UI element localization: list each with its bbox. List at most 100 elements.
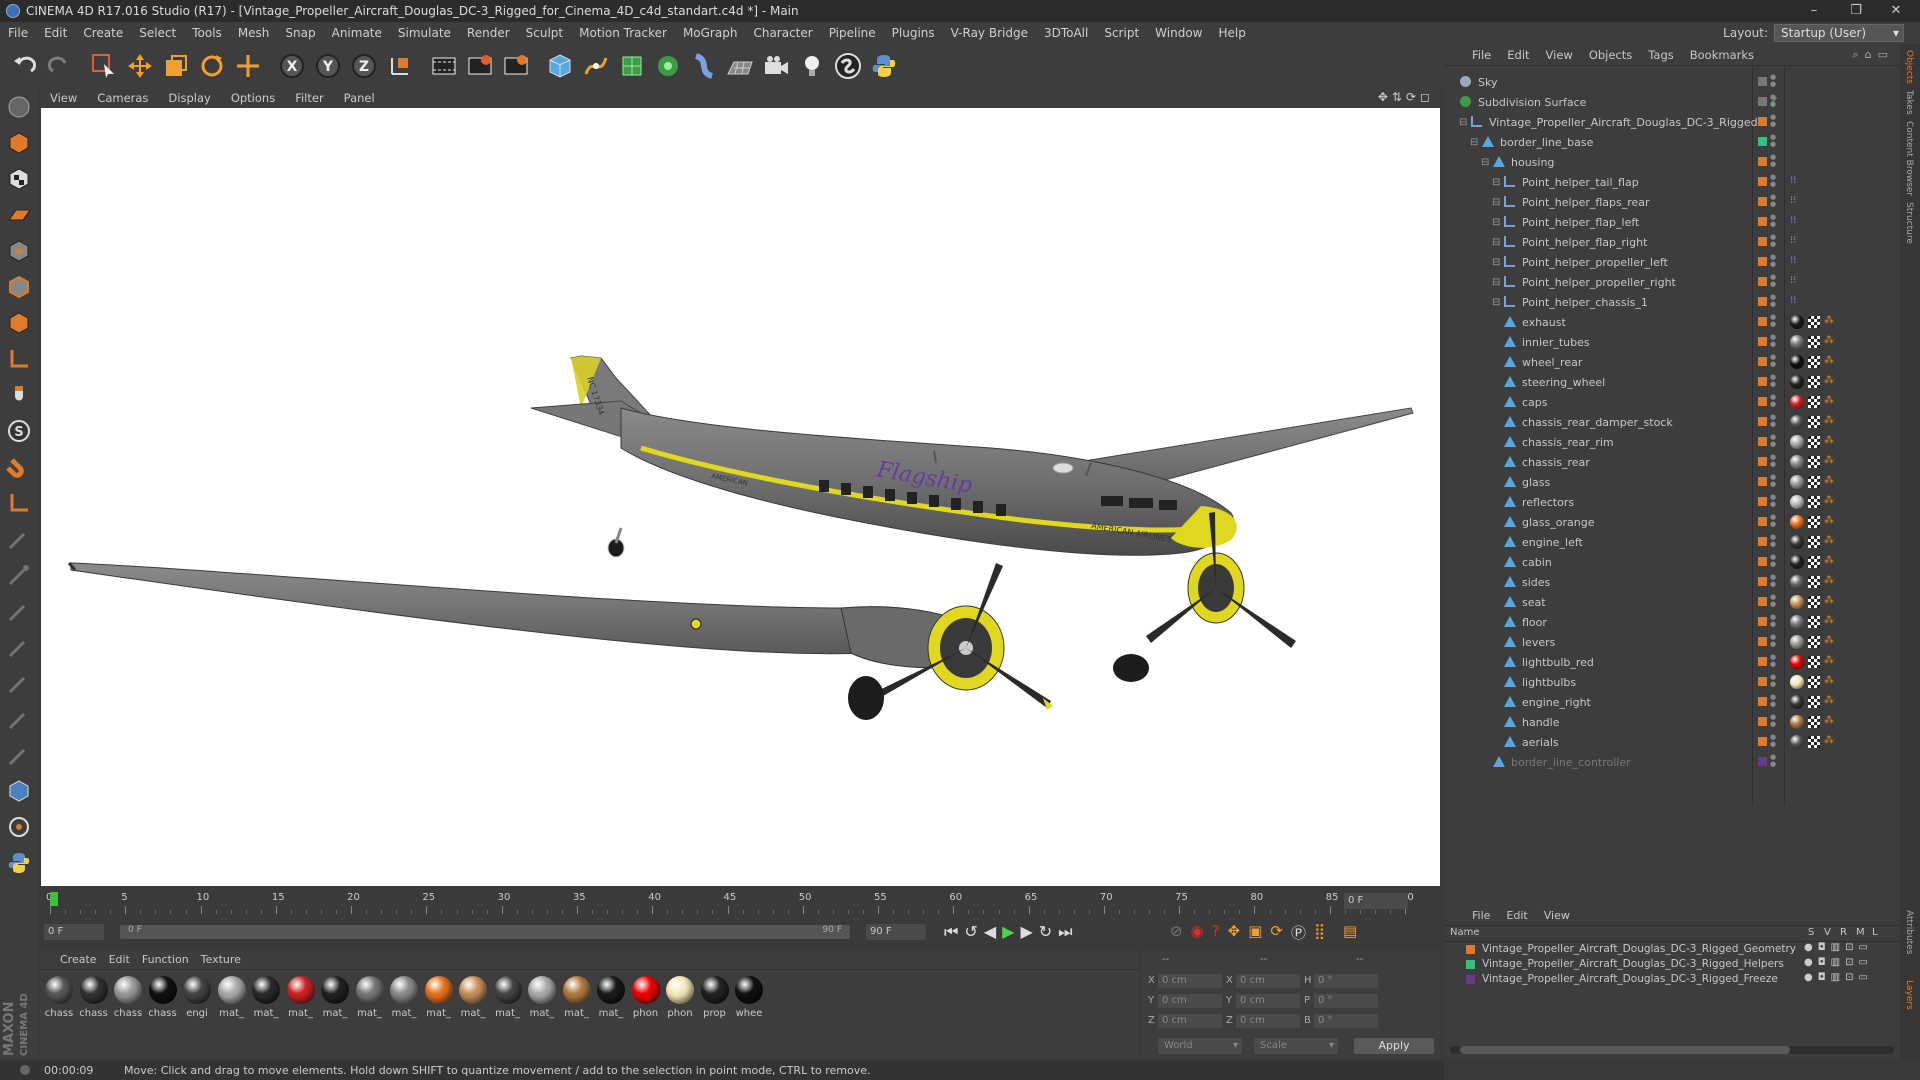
sculpt-smooth-icon[interactable] [2,594,36,628]
material-swatch[interactable]: phon [631,976,661,1019]
menu-motion-tracker[interactable]: Motion Tracker [571,26,675,40]
visibility-toggle-icon[interactable]: ● ● [1770,534,1776,548]
object-row[interactable]: sides ● ● ⁂ [1444,572,1900,592]
coord-pos-axis-field[interactable]: 0 cm [1158,1014,1222,1028]
material-tag-icon[interactable] [1790,315,1804,329]
snap-icon[interactable]: S [2,414,36,448]
make-editable-icon[interactable] [2,90,36,124]
uvw-tag-icon[interactable] [1808,416,1820,428]
menu-edit[interactable]: Edit [36,26,75,40]
coord-rot-axis-field[interactable]: 0 ° [1314,974,1378,988]
menu-3dtoall[interactable]: 3DToAll [1036,26,1096,40]
material-swatch[interactable]: chass [148,976,178,1019]
material-swatch[interactable]: mat_ [320,976,350,1019]
next-key-icon[interactable]: ↻ [1039,922,1052,942]
axis-mode-icon[interactable] [2,342,36,376]
visibility-toggle-icon[interactable]: ● ● [1770,554,1776,568]
visibility-toggle-icon[interactable]: ● ● [1770,714,1776,728]
mat-create-menu[interactable]: Create [54,953,103,966]
visibility-toggle-icon[interactable]: ● ● [1770,674,1776,688]
object-row[interactable]: innier_tubes ● ● ⁂ [1444,332,1900,352]
minimize-button[interactable]: – [1794,0,1834,22]
layer-color-dot[interactable] [1758,637,1767,646]
material-tag-icon[interactable] [1790,355,1804,369]
material-tag-icon[interactable] [1790,455,1804,469]
visibility-toggle-icon[interactable]: ● ● [1770,394,1776,408]
material-tag-icon[interactable] [1790,375,1804,389]
selection-tag-icon[interactable]: ⁂ [1824,575,1834,586]
tab-takes[interactable]: Takes [1904,90,1914,115]
helper-tag-icon[interactable]: ⁝⁝ [1790,255,1796,266]
object-row[interactable]: steering_wheel ● ● ⁂ [1444,372,1900,392]
material-tag-icon[interactable] [1790,695,1804,709]
material-tag-icon[interactable] [1790,635,1804,649]
camera-icon[interactable] [758,48,794,84]
tree-expander-icon[interactable]: ⊟ [1492,257,1500,268]
material-swatch[interactable]: mat_ [527,976,557,1019]
selection-tag-icon[interactable]: ⁂ [1824,335,1834,346]
uvw-tag-icon[interactable] [1808,456,1820,468]
pen-spline-icon[interactable] [578,48,614,84]
layer-color-swatch[interactable] [1466,945,1475,954]
obj-bookmarks-menu[interactable]: Bookmarks [1682,48,1762,62]
texture-mode-icon[interactable] [2,162,36,196]
layer-color-dot[interactable] [1758,597,1767,606]
menu-snap[interactable]: Snap [277,26,323,40]
tweak-mode-icon[interactable] [2,378,36,412]
tree-expander-icon[interactable]: ⊟ [1470,137,1478,148]
object-row[interactable]: reflectors ● ● ⁂ [1444,492,1900,512]
sculpt-pinch-icon[interactable] [2,738,36,772]
layer-color-dot[interactable] [1758,517,1767,526]
layer-color-dot[interactable] [1758,377,1767,386]
enabled-check-icon[interactable]: ✓ [1770,94,1779,107]
coord-size-axis-field[interactable]: 0 cm [1236,1014,1300,1028]
material-tag-icon[interactable] [1790,535,1804,549]
workplane-mode-icon[interactable] [2,198,36,232]
object-row[interactable]: ⊟ Point_helper_flap_right ● ● ⁝⁝ [1444,232,1900,252]
uvw-tag-icon[interactable] [1808,736,1820,748]
magnet-icon[interactable] [2,450,36,484]
light-icon[interactable] [794,48,830,84]
object-row[interactable]: aerials ● ● ⁂ [1444,732,1900,752]
python-script-icon[interactable] [2,846,36,880]
visibility-toggle-icon[interactable]: ● ● [1770,154,1776,168]
visibility-toggle-icon[interactable]: ● ● [1770,174,1776,188]
material-swatch[interactable]: chass [44,976,74,1019]
layer-color-dot[interactable] [1758,457,1767,466]
layer-color-dot[interactable] [1758,257,1767,266]
move-tool-icon[interactable] [122,48,158,84]
helper-tag-icon[interactable]: ⁝⁝ [1790,195,1796,206]
material-swatch[interactable]: prop [700,976,730,1019]
uvw-tag-icon[interactable] [1808,616,1820,628]
material-swatch[interactable]: mat_ [389,976,419,1019]
object-row[interactable]: ⊟ border_line_base ● ● [1444,132,1900,152]
layer-color-swatch[interactable] [1466,975,1475,984]
material-tag-icon[interactable] [1790,435,1804,449]
menu-character[interactable]: Character [745,26,820,40]
menu-window[interactable]: Window [1147,26,1210,40]
visibility-toggle-icon[interactable]: ● ● [1770,634,1776,648]
material-swatch[interactable]: mat_ [493,976,523,1019]
maximize-button[interactable]: ❐ [1836,0,1876,22]
layer-color-dot[interactable] [1758,397,1767,406]
sculpt-grab-icon[interactable] [2,630,36,664]
visibility-toggle-icon[interactable]: ● ● [1770,74,1776,88]
layer-color-dot[interactable] [1758,477,1767,486]
obj-search-home-icons[interactable]: ⌕⌂▭ [1852,48,1894,62]
panel-menu[interactable]: Panel [334,91,385,105]
object-row[interactable]: glass ● ● ⁂ [1444,472,1900,492]
object-row[interactable]: engine_left ● ● ⁂ [1444,532,1900,552]
layer-color-dot[interactable] [1758,737,1767,746]
material-tag-icon[interactable] [1790,395,1804,409]
uvw-tag-icon[interactable] [1808,716,1820,728]
tab-structure[interactable]: Structure [1904,202,1914,244]
menu-file[interactable]: File [0,26,36,40]
layer-color-dot[interactable] [1758,557,1767,566]
menu-animate[interactable]: Animate [324,26,390,40]
y-axis-lock-button[interactable]: Y [310,48,346,84]
visibility-toggle-icon[interactable]: ● ● [1770,334,1776,348]
coord-mode-dropdown[interactable]: Scale ▾ [1254,1038,1338,1054]
coord-pos-axis-field[interactable]: 0 cm [1158,994,1222,1008]
material-swatch[interactable]: mat_ [424,976,454,1019]
layer-color-swatch[interactable] [1466,960,1475,969]
